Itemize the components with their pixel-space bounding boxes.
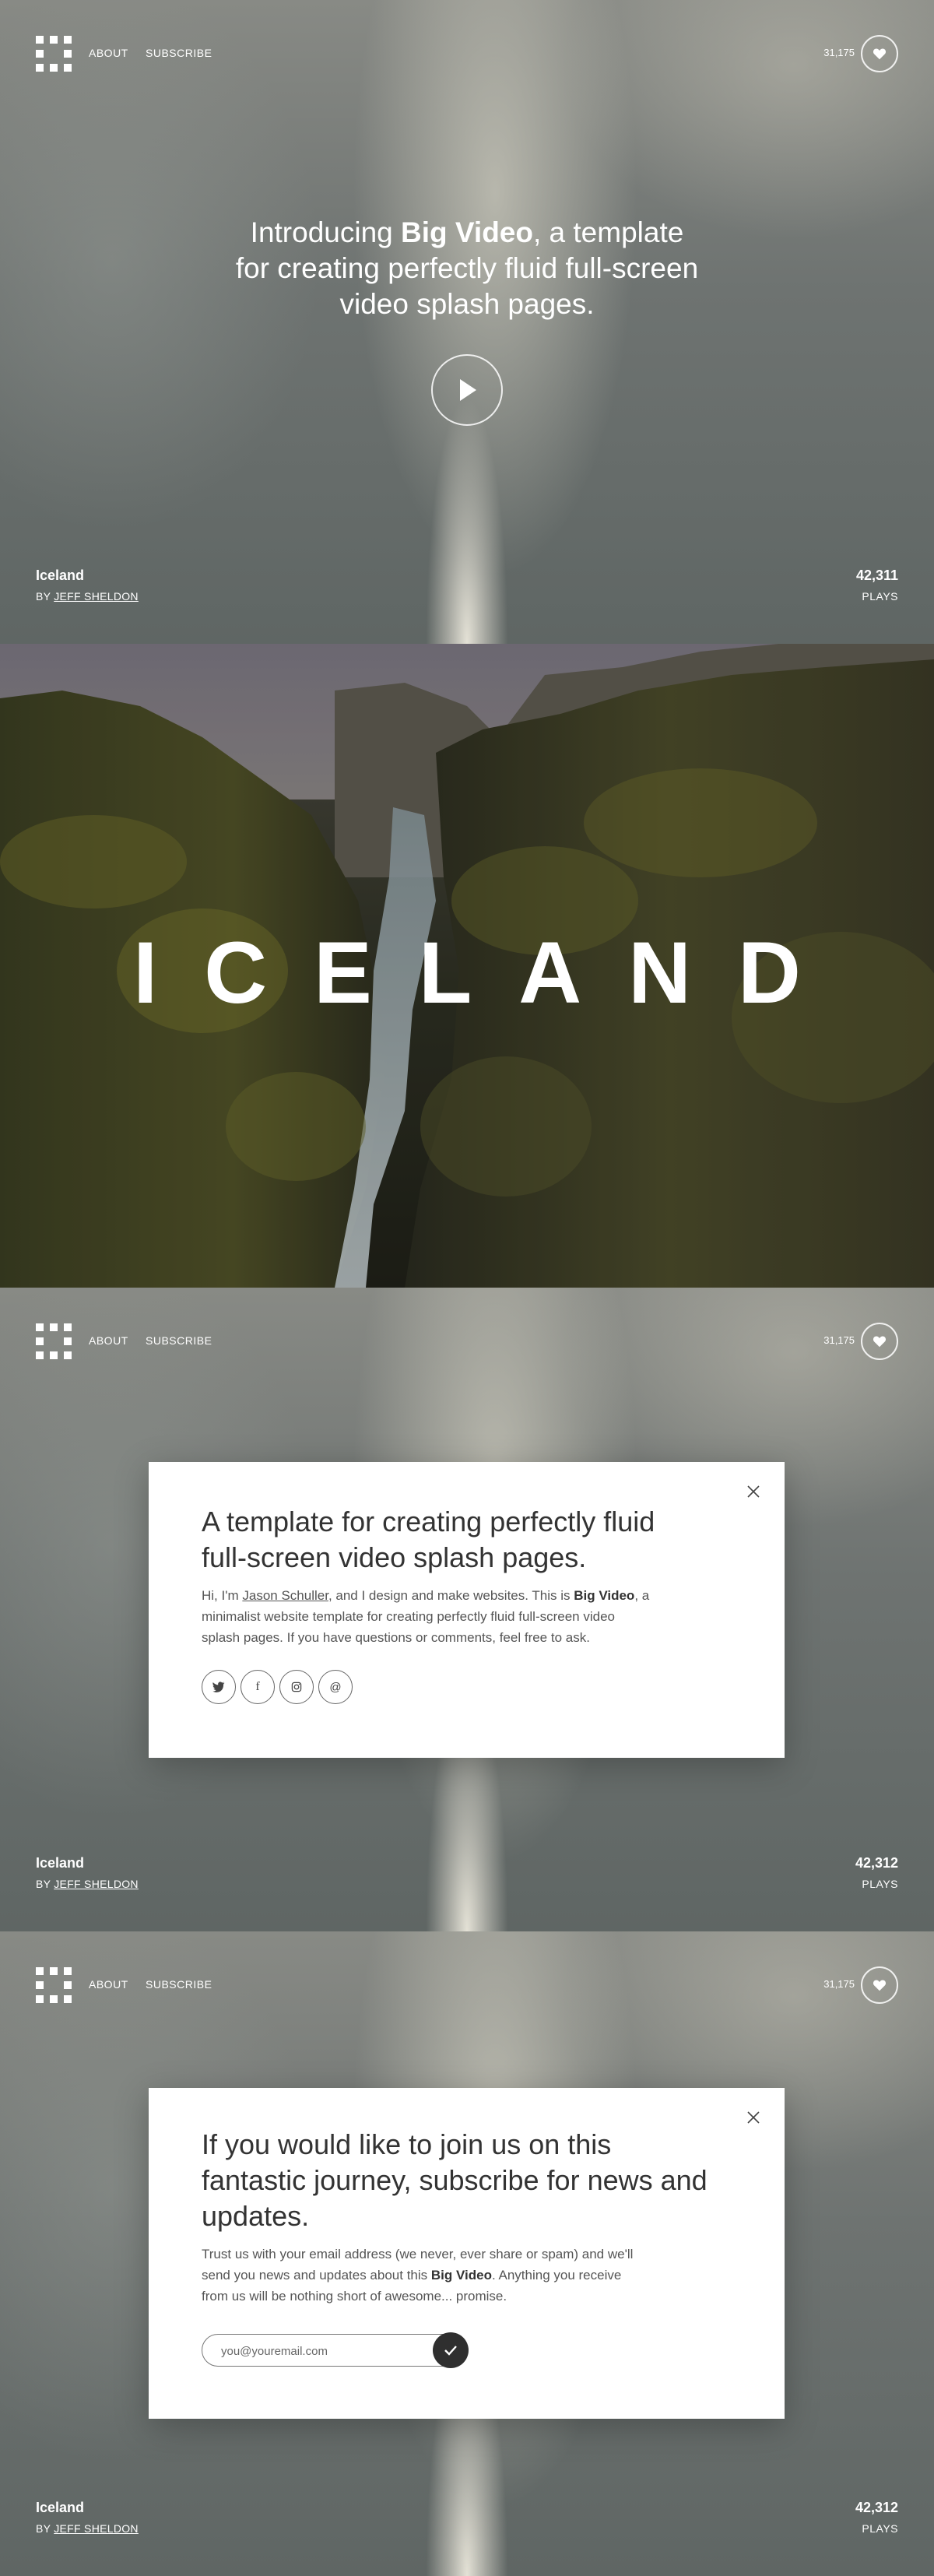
nav-subscribe-link[interactable]: SUBSCRIBE bbox=[146, 47, 212, 59]
submit-button[interactable] bbox=[433, 2332, 469, 2368]
about-heading: A template for creating perfectly fluid … bbox=[202, 1506, 655, 1573]
instagram-icon bbox=[291, 1682, 302, 1692]
top-bar: ABOUT SUBSCRIBE 31,175 bbox=[0, 0, 934, 109]
close-button[interactable] bbox=[746, 2110, 761, 2125]
video-title: Iceland bbox=[36, 2500, 85, 2515]
nav-about-link[interactable]: ABOUT bbox=[89, 47, 128, 59]
email-input[interactable] bbox=[219, 2335, 425, 2367]
author-link[interactable]: Jason Schuller bbox=[242, 1588, 328, 1603]
plays-count: 42,311 bbox=[855, 568, 898, 583]
video-byline: BY JEFF SHELDON bbox=[36, 590, 139, 603]
like-button[interactable] bbox=[861, 35, 898, 72]
nav-subscribe-link[interactable]: SUBSCRIBE bbox=[146, 1334, 212, 1347]
about-modal: A template for creating perfectly fluid … bbox=[149, 1462, 785, 1758]
hero-section: ABOUT SUBSCRIBE 31,175 Introducing Big V… bbox=[0, 0, 934, 644]
heart-icon bbox=[873, 1980, 887, 1991]
play-button[interactable] bbox=[431, 354, 503, 426]
video-byline: BY JEFF SHELDON bbox=[36, 2522, 139, 2535]
subscribe-section: ABOUT SUBSCRIBE 31,175 If you would like… bbox=[0, 1931, 934, 2576]
nav-about-link[interactable]: ABOUT bbox=[89, 1978, 128, 1991]
play-icon bbox=[460, 379, 476, 401]
iceland-photo: ICELAND bbox=[0, 644, 934, 1288]
heart-icon bbox=[873, 48, 887, 60]
author-link[interactable]: JEFF SHELDON bbox=[54, 590, 139, 603]
nav-about-link[interactable]: ABOUT bbox=[89, 1334, 128, 1347]
author-link[interactable]: JEFF SHELDON bbox=[54, 1878, 139, 1890]
like-button[interactable] bbox=[861, 1323, 898, 1360]
plays-label: PLAYS bbox=[862, 590, 898, 603]
author-link[interactable]: JEFF SHELDON bbox=[54, 2522, 139, 2535]
logo-grid-icon[interactable] bbox=[36, 36, 72, 72]
instagram-button[interactable] bbox=[279, 1670, 314, 1704]
video-title: Iceland bbox=[36, 1855, 85, 1871]
plays-count: 42,312 bbox=[855, 1855, 898, 1871]
like-count: 31,175 bbox=[823, 47, 855, 58]
subscribe-body: Trust us with your email address (we nev… bbox=[202, 2247, 634, 2304]
video-title: Iceland bbox=[36, 568, 85, 583]
heart-icon bbox=[873, 1336, 887, 1348]
hero-headline: Introducing Big Video, a template for cr… bbox=[235, 216, 699, 320]
about-section: ABOUT SUBSCRIBE 31,175 A template for cr… bbox=[0, 1288, 934, 1931]
plays-label: PLAYS bbox=[862, 2522, 898, 2535]
logo-grid-icon[interactable] bbox=[36, 1323, 72, 1359]
twitter-button[interactable] bbox=[202, 1670, 236, 1704]
twitter-icon bbox=[212, 1682, 225, 1692]
close-icon bbox=[747, 1485, 760, 1498]
about-body: Hi, I'm Jason Schuller, and I design and… bbox=[202, 1588, 650, 1645]
video-byline: BY JEFF SHELDON bbox=[36, 1878, 139, 1890]
logo-grid-icon[interactable] bbox=[36, 1967, 72, 2003]
subscribe-heading: If you would like to join us on this fan… bbox=[202, 2128, 708, 2232]
top-bar: ABOUT SUBSCRIBE 31,175 bbox=[0, 1931, 934, 2040]
like-count: 31,175 bbox=[823, 1978, 855, 1990]
like-button[interactable] bbox=[861, 1966, 898, 2004]
nav-subscribe-link[interactable]: SUBSCRIBE bbox=[146, 1978, 212, 1991]
top-bar: ABOUT SUBSCRIBE 31,175 bbox=[0, 1288, 934, 1397]
facebook-button[interactable]: f bbox=[241, 1670, 275, 1704]
plays-label: PLAYS bbox=[862, 1878, 898, 1890]
plays-count: 42,312 bbox=[855, 2500, 898, 2515]
checkmark-icon bbox=[444, 2346, 457, 2356]
close-icon bbox=[747, 2111, 760, 2124]
like-count: 31,175 bbox=[823, 1334, 855, 1346]
subscribe-modal: If you would like to join us on this fan… bbox=[149, 2088, 785, 2419]
email-button[interactable]: @ bbox=[318, 1670, 353, 1704]
iceland-title: ICELAND bbox=[133, 924, 848, 1021]
email-icon: @ bbox=[329, 1680, 342, 1694]
facebook-icon: f bbox=[255, 1680, 260, 1693]
email-form bbox=[202, 2332, 469, 2368]
close-button[interactable] bbox=[746, 1484, 761, 1499]
